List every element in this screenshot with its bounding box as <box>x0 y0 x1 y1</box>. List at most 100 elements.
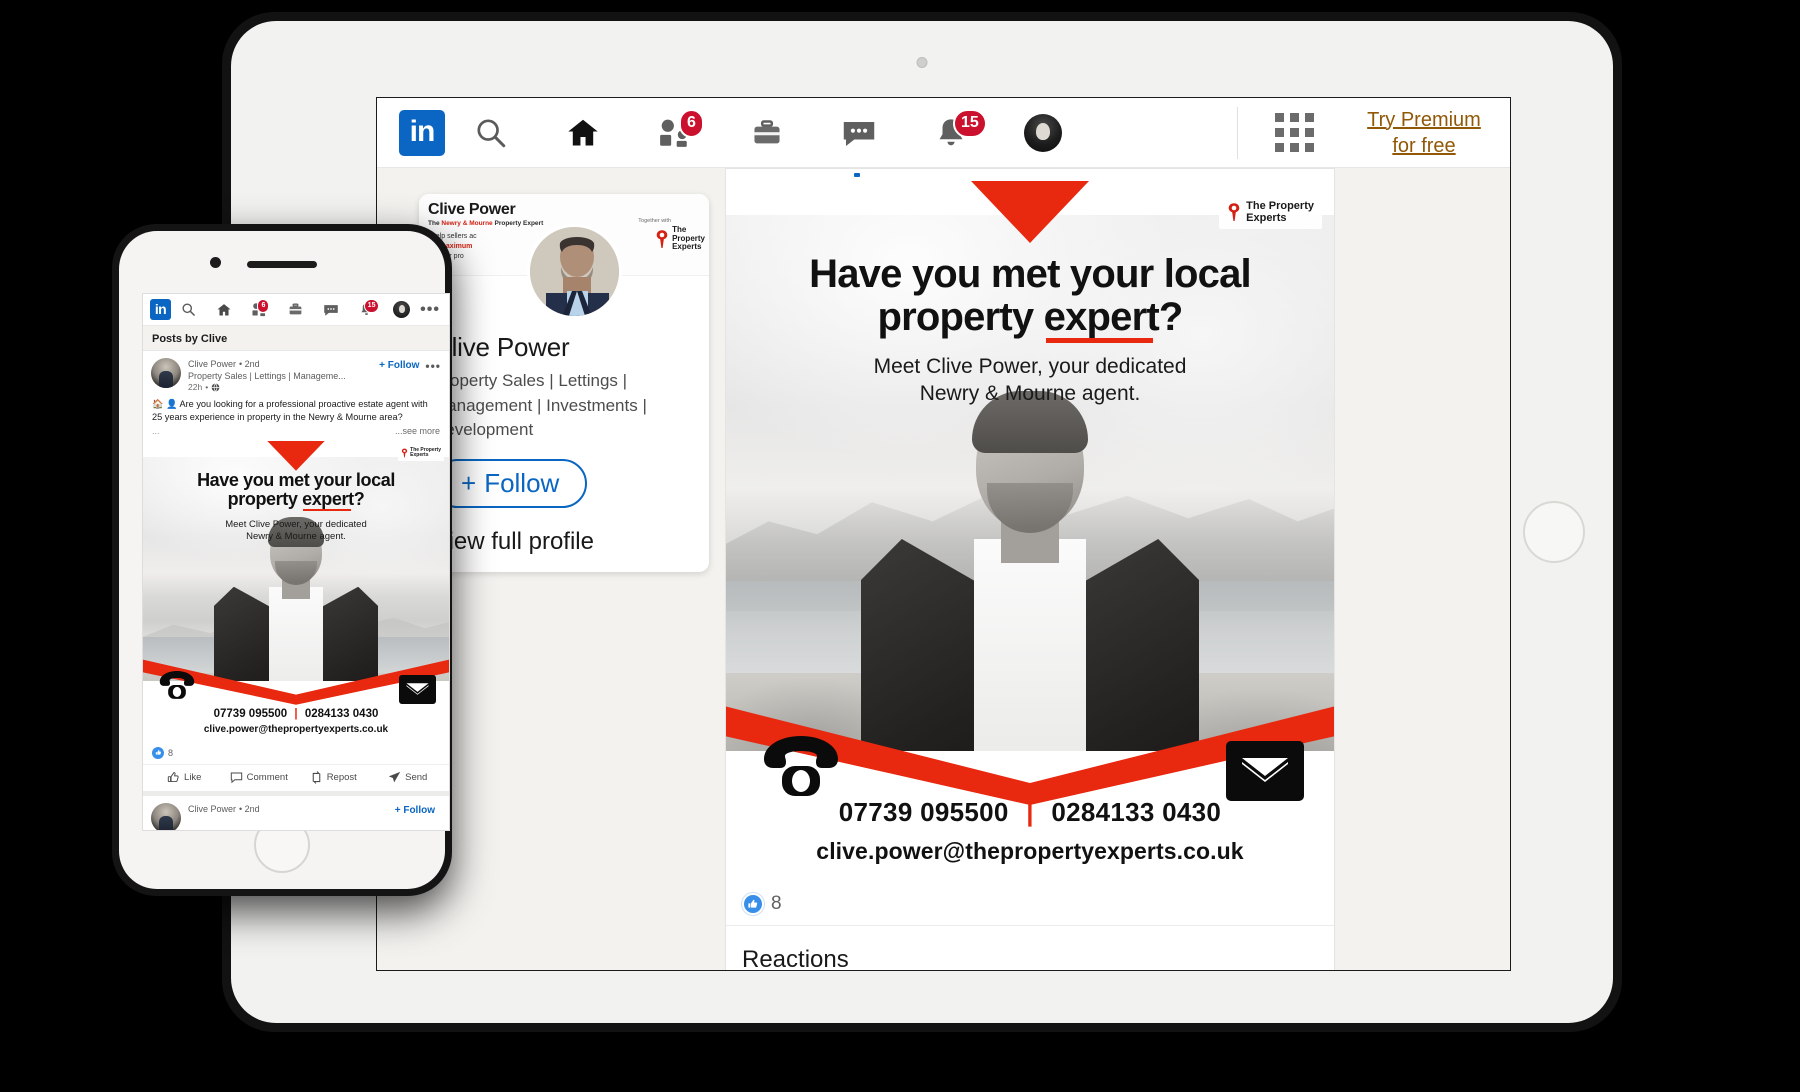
creative-logo-text: The Property Experts <box>410 446 441 459</box>
email-icon <box>399 674 436 704</box>
post-creative-image[interactable]: The Property Experts Have you met your l… <box>726 181 1334 881</box>
post-author-headline: Property Sales | Lettings | Manageme... <box>188 371 346 381</box>
phone-section-title: Posts by Clive <box>152 333 228 345</box>
tablet-home-button[interactable] <box>1523 501 1585 563</box>
notifications-icon[interactable]: 15 <box>905 105 997 161</box>
plus-icon: + <box>461 467 477 498</box>
follow-button[interactable]: + Follow <box>395 803 441 816</box>
creative-contact-details: 07739 095500 | 0284133 0430 clive.power@… <box>726 797 1334 865</box>
phone-post-see-more[interactable]: ... ...see more <box>143 425 449 441</box>
jobs-icon[interactable] <box>721 105 813 161</box>
phone-reaction-strip[interactable]: 8 <box>143 741 449 765</box>
post-author-name: Clive Power • 2nd <box>188 359 260 369</box>
repost-icon <box>312 770 320 784</box>
more-options-icon[interactable]: ••• <box>420 301 442 319</box>
reaction-count: 8 <box>771 893 782 914</box>
action-label: Send <box>405 771 428 783</box>
email-icon <box>1226 741 1304 801</box>
post-author-block: Clive Power • 2nd Property Sales | Letti… <box>181 358 379 392</box>
avatar <box>1024 113 1062 152</box>
my-network-badge: 6 <box>257 299 270 313</box>
phone-post-header: Clive Power • 2nd + Follow <box>143 796 449 830</box>
like-button[interactable]: Like <box>147 771 222 784</box>
me-avatar[interactable] <box>997 105 1089 161</box>
body-ellipsis: ... <box>152 425 160 436</box>
home-icon[interactable] <box>537 105 629 161</box>
avatar <box>393 301 411 318</box>
send-button[interactable]: Send <box>371 771 446 784</box>
profile-info: Clive Power Property Sales | Lettings | … <box>419 276 709 572</box>
post-author-block: Clive Power • 2nd <box>181 803 395 815</box>
banner-name: Clive Power <box>428 201 516 218</box>
follow-button[interactable]: + Follow <box>379 358 425 371</box>
action-label: Repost <box>326 771 357 783</box>
comment-button[interactable]: Comment <box>222 771 297 784</box>
property-experts-mark-icon <box>402 448 408 458</box>
banner-logo-text: The Property Experts <box>672 225 705 252</box>
post-author-name: Clive Power • 2nd <box>188 803 260 814</box>
creative-logo-text: The Property Experts <box>1246 200 1314 225</box>
phone-separator: | <box>1026 797 1034 827</box>
phone-landline: 0284133 0430 <box>304 707 379 720</box>
banner-together-with: Together with <box>638 218 671 224</box>
my-network-icon[interactable]: 6 <box>241 299 278 317</box>
work-grid-icon[interactable] <box>1248 105 1340 161</box>
post-author-avatar[interactable] <box>151 802 181 830</box>
post-reaction-strip[interactable]: 8 <box>726 881 1334 926</box>
follow-label: Follow <box>484 467 560 498</box>
grid-icon <box>1274 113 1314 152</box>
action-label: Comment <box>246 771 288 783</box>
creative-phone-row: 07739 095500 | 0284133 0430 <box>143 708 449 720</box>
creative-subheadline: Meet Clive Power, your dedicated Newry &… <box>225 518 367 543</box>
linkedin-logo-icon[interactable]: in <box>399 109 445 156</box>
my-network-icon[interactable]: 6 <box>629 105 721 161</box>
search-icon[interactable] <box>445 105 537 161</box>
reaction-count: 8 <box>168 747 174 758</box>
my-network-badge: 6 <box>679 108 704 138</box>
see-more-link[interactable]: ...see more <box>395 426 440 436</box>
property-experts-mark-icon <box>1228 203 1240 222</box>
nav-divider <box>1237 106 1238 159</box>
tablet-screen: in 6 15 Try Premium for free Clive Power… <box>376 97 1511 971</box>
reactions-heading: Reactions <box>742 946 849 971</box>
view-full-profile-link[interactable]: View full profile <box>433 528 695 556</box>
creative-headline: Have you met your local property expert? <box>809 252 1252 340</box>
nav-icon-row: 6 15 <box>445 105 1227 161</box>
phone-separator: | <box>294 707 298 720</box>
follow-button[interactable]: + Follow <box>433 458 588 508</box>
phone-speaker <box>247 261 317 268</box>
linkedin-logo-icon[interactable]: in <box>150 299 171 320</box>
phone-device: in 6 15 ••• Posts by Clive Clive Power •… <box>112 224 452 896</box>
notifications-icon[interactable]: 15 <box>349 299 384 317</box>
linkedin-feed: Clive Power The Newry & Mourne Property … <box>377 168 1510 971</box>
agent-beard <box>987 483 1073 533</box>
linkedin-top-nav: in 6 15 Try Premium for free <box>377 98 1510 168</box>
profile-avatar[interactable] <box>527 224 622 319</box>
messaging-icon[interactable] <box>813 105 905 161</box>
post-card: The Property Experts Have you met your l… <box>725 168 1335 971</box>
phone-next-post: Clive Power • 2nd + Follow <box>143 790 449 830</box>
globe-icon <box>211 382 220 392</box>
search-icon[interactable] <box>171 302 206 317</box>
screenshot-stage: in 6 15 Try Premium for free Clive Power… <box>0 0 1800 1092</box>
like-reaction-icon <box>742 893 764 915</box>
phone-screen: in 6 15 ••• Posts by Clive Clive Power •… <box>142 293 450 831</box>
try-premium-link[interactable]: Try Premium for free <box>1356 107 1492 159</box>
phone-post-header: Clive Power • 2nd Property Sales | Letti… <box>143 351 449 396</box>
me-avatar[interactable] <box>383 301 420 318</box>
tablet-front-camera <box>916 57 928 68</box>
profile-name: Clive Power <box>433 332 570 362</box>
phone-mobile: 07739 095500 <box>838 797 1009 827</box>
messaging-icon[interactable] <box>313 303 349 317</box>
repost-button[interactable]: Repost <box>296 770 371 784</box>
phone-post: Clive Power • 2nd Property Sales | Letti… <box>143 350 449 791</box>
creative-contact-details: 07739 095500 | 0284133 0430 clive.power@… <box>143 708 449 735</box>
post-card-top-edge <box>726 169 1334 181</box>
post-author-avatar[interactable] <box>151 358 181 388</box>
post-more-options-icon[interactable]: ••• <box>425 358 441 373</box>
post-timestamp: 22h • <box>188 382 379 392</box>
thumbs-up-icon <box>167 771 179 782</box>
jobs-icon[interactable] <box>278 302 313 317</box>
phone-post-creative-image[interactable]: The Property Experts Have you met your l… <box>143 440 449 741</box>
home-icon[interactable] <box>206 302 242 318</box>
